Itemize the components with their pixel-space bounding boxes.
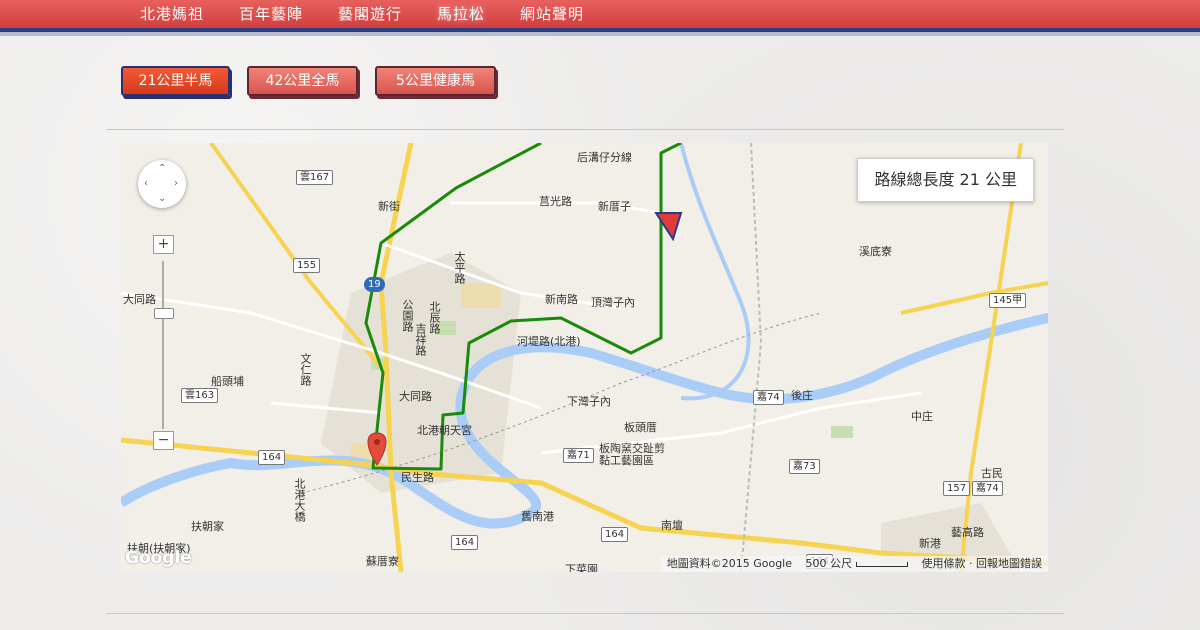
- map-label-xinliaozi: 新厝子: [598, 200, 631, 213]
- map-label-gumin: 古民: [981, 467, 1003, 480]
- map-label-dingwanzinei: 頂灣子內: [591, 296, 635, 309]
- map-pan-control[interactable]: ⌃ ⌄ ‹ ›: [138, 160, 186, 208]
- map-label-xinjie: 新街: [378, 200, 400, 213]
- tab-5km-health-run[interactable]: 5公里健康馬: [375, 66, 496, 96]
- map-label-beigang-chaotian: 北港朝天宮: [417, 424, 472, 437]
- map-label-houtan: 后溝仔分線: [577, 151, 632, 164]
- road-shield-jia73: 嘉73: [789, 459, 820, 474]
- map-label-fuchaojia: 扶朝家: [191, 520, 224, 533]
- road-shield-164-b: 164: [451, 535, 479, 550]
- beigang-river-west: [121, 458, 232, 508]
- map-label-xidiliao: 溪底寮: [859, 245, 892, 258]
- map-label-sucuoliao: 蘇厝寮: [366, 555, 399, 568]
- map-label-zhongzhuang: 中庄: [911, 410, 933, 423]
- road-shield-jia74b: 嘉74: [972, 481, 1003, 496]
- map-label-yigao-rd: 藝高路: [951, 526, 984, 539]
- tab-42km-full-marathon[interactable]: 42公里全馬: [247, 66, 358, 96]
- park-2: [831, 426, 853, 438]
- map-label-minsheng-rd: 民生路: [401, 471, 434, 484]
- scale-bar: [856, 561, 908, 567]
- road-shield-164-c: 164: [601, 527, 629, 542]
- report-map-error-link[interactable]: 回報地圖錯誤: [976, 557, 1042, 570]
- attribution-separator: ·: [969, 557, 973, 570]
- map-label-banbi-park: 板陶窯交趾剪黏工藝園區: [599, 442, 665, 467]
- railway: [740, 143, 763, 572]
- map-label-datong-rd: 大同路: [399, 390, 432, 403]
- map-label-beigang-bridge: 北港大橋: [293, 478, 306, 522]
- map-label-jixiang-rd: 吉祥路: [414, 323, 427, 356]
- map-label-xiawanzinei: 下灣子內: [567, 395, 611, 408]
- map-attribution-bar: 地圖資料©2015 Google 500 公尺 使用條款 · 回報地圖錯誤: [660, 556, 1048, 572]
- nav-item-marathon[interactable]: 馬拉松: [437, 3, 485, 25]
- map-label-jiunangang: 舊南港: [521, 510, 554, 523]
- sand-area: [461, 283, 501, 308]
- map-data-attribution: 地圖資料©2015 Google: [666, 557, 792, 570]
- road-shield-yun163: 雲163: [181, 388, 219, 403]
- pan-left-icon[interactable]: ‹: [144, 179, 148, 189]
- zoom-in-button[interactable]: +: [153, 235, 174, 254]
- nav-item-zhentou[interactable]: 百年藝陣: [239, 3, 303, 25]
- google-logo[interactable]: Google: [125, 548, 192, 568]
- road-shield-145jia: 145甲: [989, 293, 1027, 308]
- nav-item-mazu[interactable]: 北港媽祖: [140, 3, 204, 25]
- pan-up-icon[interactable]: ⌃: [158, 164, 166, 174]
- road-shield-yun167: 雲167: [296, 170, 334, 185]
- nav-stripe-gray: [0, 32, 1200, 36]
- map-label-chuantoupu: 船頭埔: [211, 375, 244, 388]
- divider-bottom: [106, 613, 1064, 614]
- zoom-slider-track[interactable]: [162, 261, 164, 429]
- zoom-out-button[interactable]: −: [153, 431, 174, 450]
- top-navbar: 北港媽祖 百年藝陣 藝閣遊行 馬拉松 網站聲明: [0, 0, 1200, 28]
- map-label-datong-rd-west: 大同路: [123, 293, 156, 306]
- tab-21km-half-marathon[interactable]: 21公里半馬: [121, 66, 230, 96]
- road-shield-155: 155: [293, 258, 321, 273]
- route-map[interactable]: 后溝仔分線 莒光路 新厝子 新街 雲167 太平路 155 19 大同路 公園路…: [121, 143, 1048, 572]
- scale-label: 500 公尺: [805, 557, 853, 570]
- canal-east: [679, 143, 751, 401]
- road-shield-19: 19: [364, 277, 385, 292]
- divider-top: [106, 129, 1064, 130]
- map-label-banbitou: 板頭厝: [624, 421, 657, 434]
- pan-right-icon[interactable]: ›: [174, 179, 178, 189]
- nav-item-parade[interactable]: 藝閣遊行: [338, 3, 402, 25]
- road-shield-157: 157: [943, 481, 971, 496]
- map-label-hedi-rd: 河堤路(北港): [517, 335, 581, 348]
- map-label-nanting: 南壇: [661, 519, 683, 532]
- route-length-box: 路線總長度 21 公里: [857, 158, 1034, 202]
- zoom-slider-thumb[interactable]: [154, 308, 174, 319]
- road-shield-164-a: 164: [258, 450, 286, 465]
- map-label-wenren-rd: 文仁路: [299, 353, 312, 386]
- map-label-beichen-rd: 北辰路: [428, 301, 441, 334]
- nav-item-statement[interactable]: 網站聲明: [520, 3, 584, 25]
- map-label-xinnan-rd: 新南路: [545, 293, 578, 306]
- pan-down-icon[interactable]: ⌄: [158, 194, 166, 204]
- road-shield-jia74: 嘉74: [753, 390, 784, 405]
- map-label-houzhuang: 後庄: [791, 389, 813, 402]
- map-label-xiacaiyuan: 下菜園: [565, 563, 598, 572]
- map-canvas: [121, 143, 1048, 572]
- map-label-taiping-rd: 太平路: [453, 251, 466, 284]
- map-label-juguang-rd: 莒光路: [539, 195, 572, 208]
- road-shield-jia71: 嘉71: [563, 448, 594, 463]
- map-label-xingang: 新港: [919, 537, 941, 550]
- terms-link[interactable]: 使用條款: [922, 557, 966, 570]
